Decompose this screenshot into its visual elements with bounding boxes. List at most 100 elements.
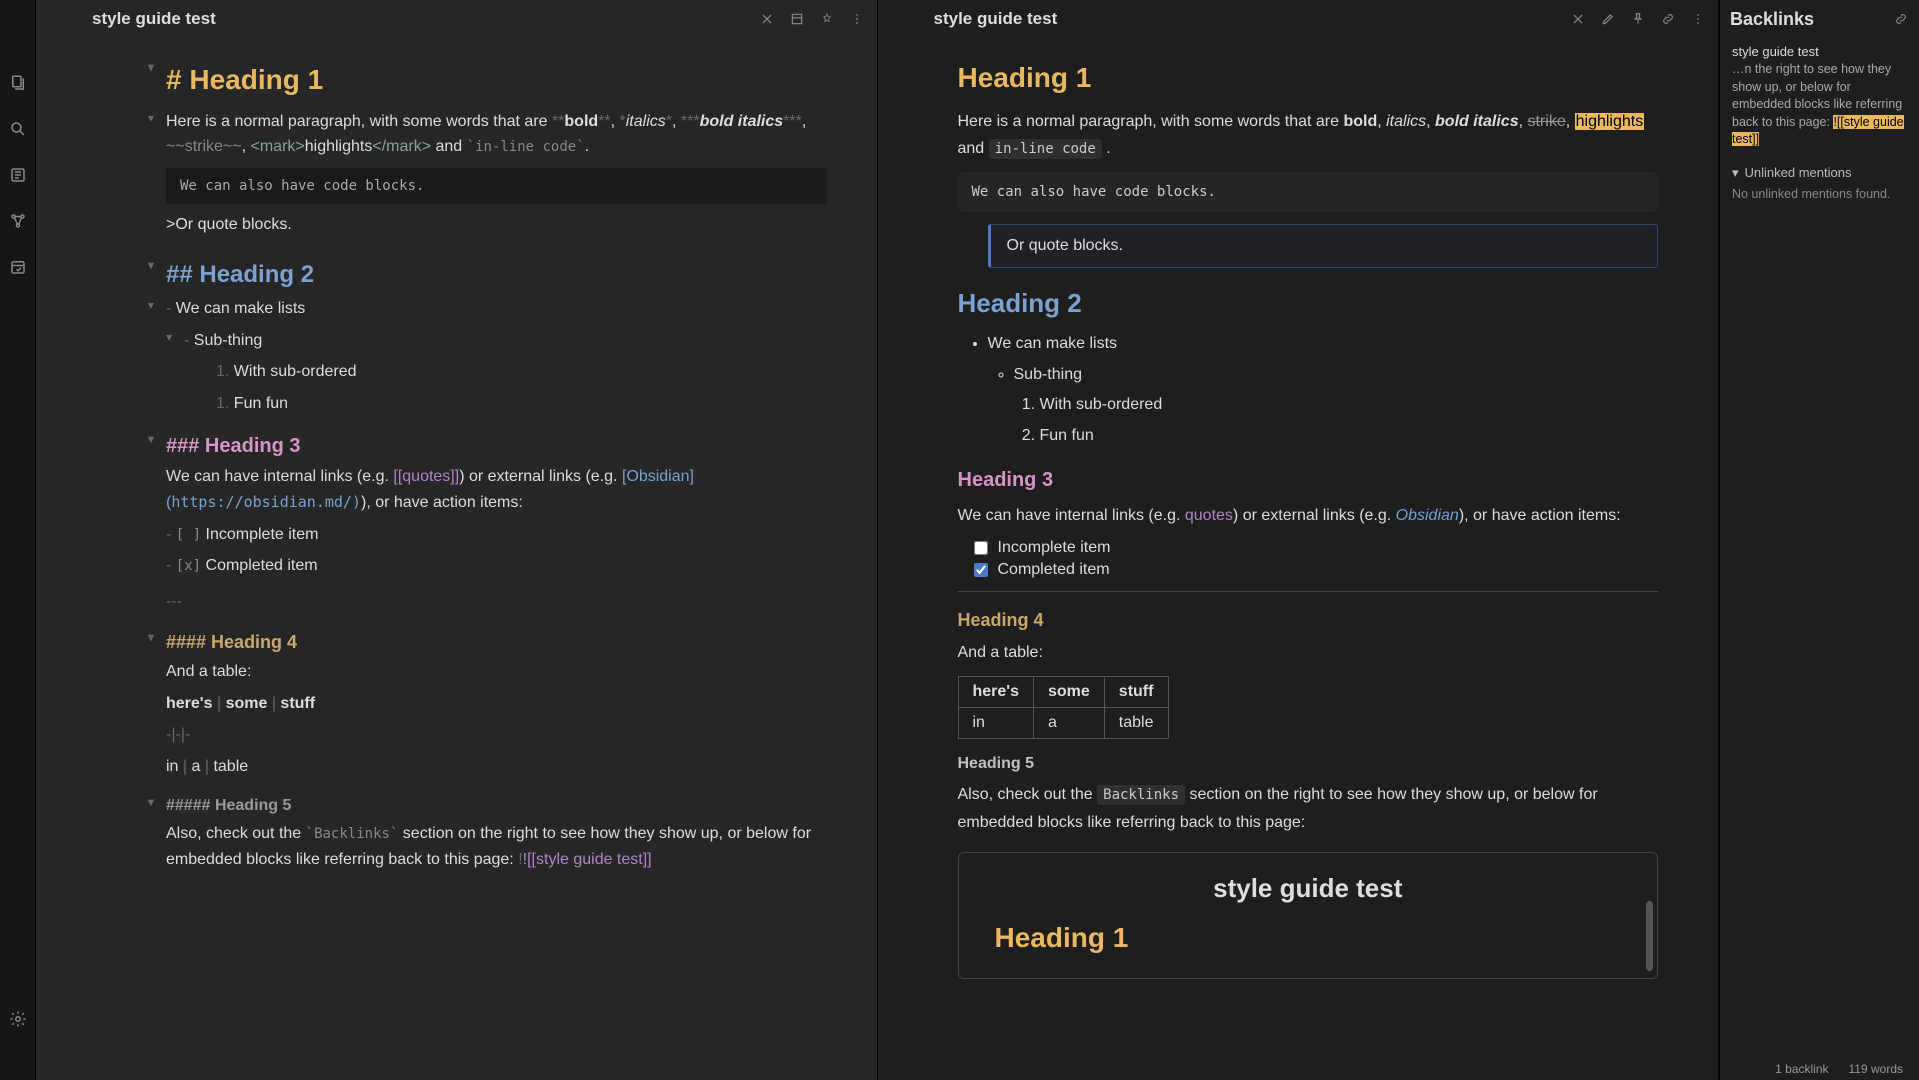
pin-icon[interactable]	[1630, 11, 1646, 27]
src-task: - [ ] Incomplete item	[166, 522, 827, 548]
preview-toggle-icon[interactable]	[789, 11, 805, 27]
link-icon[interactable]	[1660, 11, 1676, 27]
fold-icon[interactable]: ▾	[148, 109, 154, 128]
status-words[interactable]: 119 words	[1849, 1062, 1903, 1076]
code-block: We can also have code blocks.	[958, 172, 1659, 212]
list-item: We can make lists Sub-thing With sub-ord…	[988, 329, 1659, 451]
unlinked-empty: No unlinked mentions found.	[1732, 187, 1907, 201]
paragraph: Here is a normal paragraph, with some wo…	[958, 108, 1659, 162]
src-quote: >Or quote blocks.	[166, 212, 827, 238]
backlinks-pane: Backlinks style guide test …n the right …	[1719, 0, 1919, 1080]
table-cell: table	[1104, 708, 1168, 739]
more-icon[interactable]	[849, 11, 865, 27]
preview-content[interactable]: Heading 1 Here is a normal paragraph, wi…	[878, 38, 1719, 1080]
list-item: 1. With sub-ordered	[216, 359, 827, 385]
src-hr: ---	[166, 589, 827, 615]
calendar-icon[interactable]	[9, 258, 27, 276]
checkbox[interactable]	[974, 541, 988, 555]
editor-pane: style guide test ▾# Heading 1 ▾Here is a…	[36, 0, 878, 1080]
src-para3: We can have internal links (e.g. [[quote…	[166, 464, 827, 515]
unlinked-section[interactable]: ▾Unlinked mentions	[1732, 165, 1907, 181]
src-table-row: -|-|-	[166, 722, 827, 748]
edit-icon[interactable]	[1600, 11, 1616, 27]
graph-icon[interactable]	[9, 212, 27, 230]
fold-icon[interactable]: ▾	[148, 256, 154, 275]
h2: Heading 2	[958, 288, 1659, 319]
list-item: 1. Fun fun	[216, 391, 827, 417]
embed-block[interactable]: style guide test Heading 1	[958, 852, 1659, 979]
close-icon[interactable]	[1570, 11, 1586, 27]
fold-icon[interactable]: ▾	[148, 430, 154, 449]
files-icon[interactable]	[9, 74, 27, 92]
src-h4: ▾#### Heading 4	[166, 628, 827, 657]
link-icon[interactable]	[1893, 11, 1909, 27]
preview-tab-title: style guide test	[934, 9, 1571, 29]
pin-icon[interactable]	[819, 11, 835, 27]
h3: Heading 3	[958, 469, 1659, 492]
list-item: With sub-ordered	[1040, 390, 1659, 420]
external-link[interactable]: Obsidian	[1396, 507, 1459, 524]
backlinks-title: Backlinks	[1730, 9, 1814, 30]
main-area: style guide test ▾# Heading 1 ▾Here is a…	[36, 0, 1919, 1080]
blockquote: Or quote blocks.	[988, 224, 1659, 268]
src-table-row: in | a | table	[166, 754, 827, 780]
backlink-item-title[interactable]: style guide test	[1732, 44, 1907, 59]
src-h2: ▾## Heading 2	[166, 256, 827, 294]
chevron-down-icon: ▾	[1732, 165, 1739, 181]
list-item: Sub-thing With sub-ordered Fun fun	[1014, 360, 1659, 451]
fold-icon[interactable]: ▾	[148, 296, 154, 315]
src-task: - [x] Completed item	[166, 553, 827, 579]
close-icon[interactable]	[759, 11, 775, 27]
fold-icon[interactable]: ▾	[148, 628, 154, 647]
table-cell: a	[1034, 708, 1105, 739]
list-item: Fun fun	[1040, 421, 1659, 451]
editor-tab-header: style guide test	[36, 0, 877, 38]
src-h1: ▾# Heading 1	[166, 58, 827, 103]
preview-tab-header: style guide test	[878, 0, 1719, 38]
task-item[interactable]: Incomplete item	[974, 539, 1659, 557]
h4: Heading 4	[958, 591, 1659, 631]
settings-icon[interactable]	[9, 1010, 27, 1028]
table-header: stuff	[1104, 677, 1168, 708]
table-header: here's	[958, 677, 1034, 708]
fold-icon[interactable]: ▾	[148, 793, 154, 812]
backlinks-header: Backlinks	[1720, 0, 1919, 38]
table: here'ssomestuff inatable	[958, 676, 1169, 739]
list: We can make lists Sub-thing With sub-ord…	[988, 329, 1659, 451]
list-item: ▾- Sub-thing	[184, 328, 827, 354]
src-table-intro: And a table:	[166, 659, 827, 685]
list-item: ▾- We can make lists	[166, 296, 827, 322]
left-ribbon	[0, 0, 36, 1080]
src-table-row: here's | some | stuff	[166, 691, 827, 717]
checkbox[interactable]	[974, 563, 988, 577]
backlinks-body: style guide test …n the right to see how…	[1720, 38, 1919, 207]
paragraph: We can have internal links (e.g. quotes)…	[958, 502, 1659, 529]
task-item[interactable]: Completed item	[974, 561, 1659, 579]
table-header: some	[1034, 677, 1105, 708]
internal-link[interactable]: quotes	[1185, 507, 1233, 524]
src-h3: ▾### Heading 3	[166, 430, 827, 462]
preview-pane: style guide test Heading 1 Here is a nor…	[878, 0, 1720, 1080]
more-icon[interactable]	[1690, 11, 1706, 27]
h5: Heading 5	[958, 755, 1659, 773]
table-cell: in	[958, 708, 1034, 739]
status-backlinks[interactable]: 1 backlink	[1775, 1062, 1828, 1076]
embed-title: style guide test	[989, 873, 1628, 904]
scrollbar[interactable]	[1646, 901, 1653, 971]
h1: Heading 1	[958, 62, 1659, 94]
fold-icon[interactable]: ▾	[148, 58, 154, 77]
editor-tab-title: style guide test	[92, 9, 759, 29]
star-icon[interactable]	[9, 166, 27, 184]
paragraph: And a table:	[958, 639, 1659, 666]
search-icon[interactable]	[9, 120, 27, 138]
src-para1: ▾Here is a normal paragraph, with some w…	[166, 109, 827, 160]
embed-h1: Heading 1	[995, 922, 1628, 954]
paragraph: Also, check out the Backlinks section on…	[958, 781, 1659, 835]
src-h5: ▾##### Heading 5	[166, 793, 827, 819]
fold-icon[interactable]: ▾	[166, 328, 172, 347]
src-code-block: We can also have code blocks.	[166, 168, 827, 204]
src-para5: Also, check out the `Backlinks` section …	[166, 821, 827, 872]
editor-content[interactable]: ▾# Heading 1 ▾Here is a normal paragraph…	[36, 38, 877, 1080]
status-bar: 1 backlink 119 words	[1759, 1058, 1919, 1080]
backlink-snippet[interactable]: …n the right to see how they show up, or…	[1732, 61, 1907, 149]
